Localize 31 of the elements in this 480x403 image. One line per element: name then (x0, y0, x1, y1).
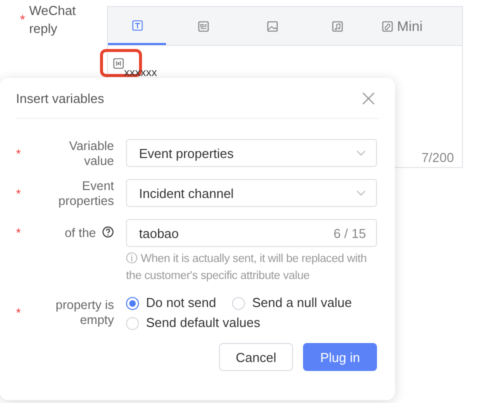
field-label: WeChat reply (29, 2, 77, 38)
close-icon[interactable] (362, 92, 375, 104)
caret-icon (356, 150, 366, 156)
required-mark: * (16, 146, 21, 162)
caret-icon (356, 190, 366, 196)
field-label: Event properties (57, 179, 114, 209)
character-count: 7/200 (421, 150, 454, 165)
help-icon[interactable] (102, 226, 114, 238)
variable-icon[interactable] (113, 58, 124, 68)
music-icon (332, 20, 343, 32)
required-mark: * (16, 306, 21, 320)
link-icon (382, 20, 393, 32)
image-icon (267, 20, 278, 32)
input-field[interactable]: taobao 6 / 15 (126, 219, 377, 247)
cancel-button[interactable]: Cancel (218, 343, 294, 371)
radio-option[interactable]: Do not send (126, 295, 216, 311)
radio-option[interactable]: Send a null value (232, 295, 352, 311)
dialog-title: Insert variables (16, 90, 104, 106)
select-field[interactable]: Event properties (126, 139, 377, 167)
required-mark: * (16, 186, 21, 202)
select-field[interactable]: Incident channel (126, 179, 377, 207)
editor-tab[interactable]: Mini (370, 7, 435, 45)
field-label: of the (64, 226, 96, 241)
required-mark: * (20, 12, 26, 27)
field-label: Variable value (68, 139, 114, 169)
hint-text: ⓘ When it is actually sent, it will be replaced with the customer's specific attribute value (126, 252, 368, 284)
text-icon (132, 20, 142, 30)
radio-option[interactable]: Send default values (126, 315, 260, 331)
required-mark: * (16, 226, 21, 241)
card-icon (198, 20, 208, 32)
field-label: property is empty (54, 298, 114, 328)
